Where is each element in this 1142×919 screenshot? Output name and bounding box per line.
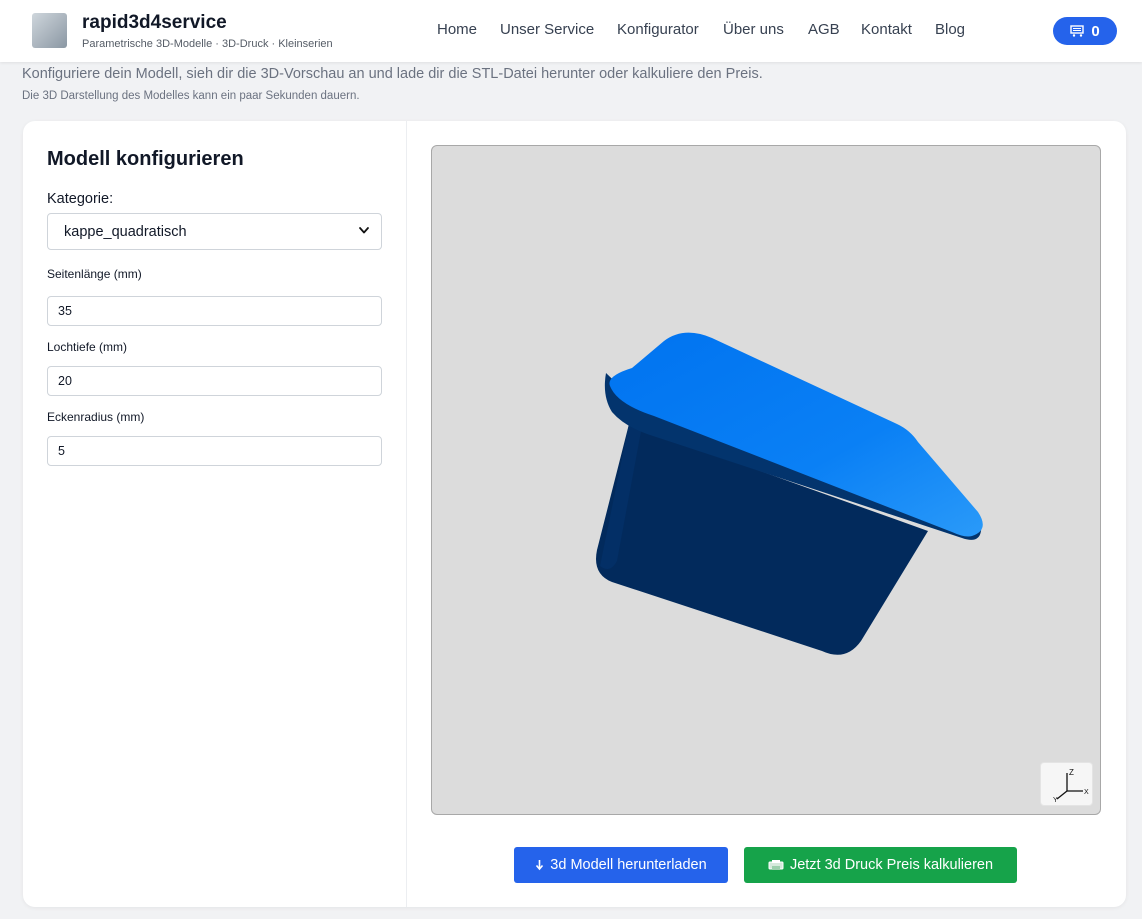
category-select-value: kappe_quadratisch — [64, 223, 187, 240]
side-length-value: 35 — [58, 304, 72, 318]
price-label: Jetzt 3d Druck Preis kalkulieren — [789, 857, 994, 873]
intro-text: Konfiguriere dein Modell, sieh dir die 3… — [22, 66, 763, 82]
side-length-input[interactable]: 35 — [47, 296, 382, 326]
nav-home[interactable]: Home — [437, 21, 477, 38]
corner-radius-value: 5 — [58, 444, 65, 458]
nav-agb[interactable]: AGB — [808, 21, 840, 38]
corner-radius-input[interactable]: 5 — [47, 436, 382, 466]
download-label: 3d Modell herunterladen — [550, 857, 707, 873]
3d-model-preview — [596, 332, 983, 655]
3d-viewer[interactable]: Z Y X — [431, 145, 1101, 815]
nav-konfigurator[interactable]: Konfigurator — [617, 21, 699, 38]
cart-button[interactable]: 0 — [1053, 17, 1117, 45]
axis-x-label: X — [1084, 789, 1089, 796]
nav-kontakt[interactable]: Kontakt — [861, 21, 912, 38]
nav-unser-service[interactable]: Unser Service — [500, 21, 594, 38]
intro-hint: Die 3D Darstellung des Modelles kann ein… — [22, 90, 360, 102]
download-model-button[interactable]: 3d Modell herunterladen — [514, 847, 728, 883]
axis-z-label: Z — [1069, 768, 1074, 777]
chevron-down-icon — [359, 227, 369, 234]
nav-ueber-uns[interactable]: Über uns — [723, 21, 784, 38]
form-title: Modell konfigurieren — [47, 148, 244, 170]
brand-title[interactable]: rapid3d4service — [82, 12, 227, 34]
card-divider — [406, 121, 407, 907]
axes-orientation-widget[interactable]: Z Y X — [1040, 762, 1093, 806]
category-select[interactable]: kappe_quadratisch — [47, 213, 382, 250]
nav-blog[interactable]: Blog — [935, 21, 965, 38]
calculate-price-button[interactable]: Jetzt 3d Druck Preis kalkulieren — [744, 847, 1017, 883]
corner-radius-label: Eckenradius (mm) — [47, 410, 145, 424]
logo[interactable] — [32, 13, 67, 48]
cart-icon — [1070, 25, 1085, 37]
printer-icon — [768, 860, 784, 870]
hole-depth-input[interactable]: 20 — [47, 366, 382, 396]
brand-subtitle: Parametrische 3D-Modelle · 3D-Druck · Kl… — [82, 38, 333, 50]
hole-depth-value: 20 — [58, 374, 72, 388]
side-length-label: Seitenlänge (mm) — [47, 267, 142, 281]
cart-count: 0 — [1091, 22, 1100, 40]
category-label: Kategorie: — [47, 191, 114, 207]
hole-depth-label: Lochtiefe (mm) — [47, 340, 128, 354]
axis-y-label: Y — [1053, 797, 1058, 804]
download-icon — [536, 860, 544, 871]
site-header: rapid3d4service Parametrische 3D-Modelle… — [0, 0, 1142, 62]
axes-icon: Z Y X — [1053, 768, 1089, 804]
